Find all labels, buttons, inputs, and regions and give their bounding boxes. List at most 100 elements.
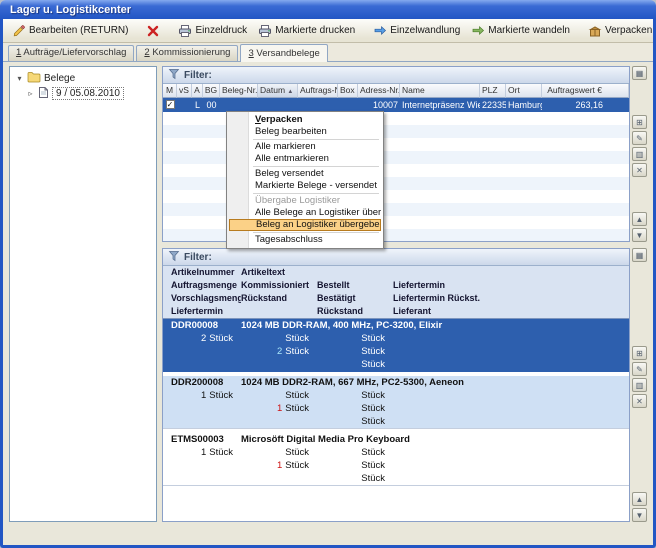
einzelwandlung-button[interactable]: Einzelwandlung <box>368 21 465 41</box>
col-header-ort[interactable]: Ort <box>506 84 542 98</box>
article-row-group[interactable]: DDR00008 1024 MB DDR-RAM, 400 MHz, PC-32… <box>163 319 629 372</box>
menu-item-markierte-belege-versendet[interactable]: Markierte Belege - versendet <box>229 180 381 192</box>
cell-adressnr: 10007 <box>358 98 400 112</box>
row-checkbox-checked[interactable]: ✓ <box>166 100 175 109</box>
menu-item-tagesabschluss[interactable]: Tagesabschluss <box>229 234 381 246</box>
rueckstand2-cell: Stück <box>317 472 393 485</box>
article-text: 1024 MB DDR-RAM, 400 MHz, PC-3200, Elixi… <box>241 319 629 332</box>
positionen-grid: Filter: Artikelnummer Artikeltext Auftra… <box>162 248 630 522</box>
grid-side-toolbar: ▦ ⊞ ✎ ▥ ✕ ▲ ▼ <box>632 66 647 242</box>
empty-grid-area <box>163 490 629 521</box>
convert-arrow-icon <box>471 24 485 38</box>
grid-tool-button[interactable]: ✎ <box>632 362 647 376</box>
col-header-vs[interactable]: vS <box>177 84 192 98</box>
menu-item-beleg-versendet[interactable]: Beleg versendet <box>229 168 381 180</box>
rueckstand-cell: 1Stück <box>241 459 317 472</box>
menu-item-verpacken[interactable]: Verpacken <box>229 114 381 126</box>
grid-tool-button[interactable]: ▥ <box>632 147 647 161</box>
article-row-group[interactable]: DDR200008 1024 MB DDR2-RAM, 667 MHz, PC2… <box>163 376 629 429</box>
einzeldruck-button[interactable]: Einzeldruck <box>173 21 252 41</box>
menu-separator <box>253 232 379 233</box>
tab-kommissionierung[interactable]: 2 Kommissionierung <box>136 45 238 61</box>
col-header-plz[interactable]: PLZ <box>480 84 506 98</box>
window-title: Lager u. Logistikcenter <box>10 4 131 16</box>
bestaetigt-cell: Stück <box>317 459 393 472</box>
filter-bar[interactable]: Filter: <box>163 249 629 266</box>
col-header-belegnr[interactable]: Beleg-Nr. <box>220 84 258 98</box>
grid-tool-button[interactable]: ✕ <box>632 394 647 408</box>
menu-item-beleg-bearbeiten[interactable]: Beleg bearbeiten <box>229 126 381 138</box>
tab-strip: 1 Aufträge/Liefervorschlag 2 Kommissioni… <box>3 43 653 62</box>
verpacken-button[interactable]: Verpacken <box>583 21 653 41</box>
tree-node-label: Belege <box>44 73 75 84</box>
bearbeiten-button[interactable]: Bearbeiten (RETURN) <box>7 21 133 41</box>
col-header-auftragswert[interactable]: Auftragswert € <box>542 84 629 98</box>
filter-bar[interactable]: Filter: <box>163 67 629 84</box>
bestellt-cell: Stück <box>317 332 393 345</box>
menu-item-alle-markieren[interactable]: Alle markieren <box>229 141 381 153</box>
article-row-group[interactable]: ETMS00003 Microsöft Digital Media Pro Ke… <box>163 433 629 486</box>
article-number: DDR200008 <box>163 376 241 389</box>
col-header-auftragsnr[interactable]: Auftrags-Nr. <box>298 84 338 98</box>
tab-auftraege-liefervorschlag[interactable]: 1 Aufträge/Liefervorschlag <box>8 45 134 61</box>
header-auftragsmenge: Auftragsmenge <box>163 279 241 292</box>
col-header-box[interactable]: Box <box>338 84 358 98</box>
filter-funnel-icon <box>168 68 180 83</box>
delete-x-icon <box>146 24 160 38</box>
tree-node-beleg-9[interactable]: ▹ 9 / 05.08.2010 <box>12 86 154 101</box>
header-liefertermin: Liefertermin <box>393 279 629 292</box>
scroll-down-button[interactable]: ▼ <box>632 508 647 522</box>
title-bar[interactable]: Lager u. Logistikcenter <box>3 0 653 19</box>
rueckstand2-cell: Stück <box>317 415 393 428</box>
grid-tool-button[interactable]: ▥ <box>632 378 647 392</box>
grid-tool-button[interactable]: ⊞ <box>632 115 647 129</box>
menu-item-alle-entmarkieren[interactable]: Alle entmarkieren <box>229 153 381 165</box>
sort-asc-icon: ▲ <box>287 89 293 95</box>
markierte-drucken-label: Markierte drucken <box>275 25 355 36</box>
article-number: ETMS00003 <box>163 433 241 446</box>
menu-separator <box>253 139 379 140</box>
app-window: Lager u. Logistikcenter Bearbeiten (RETU… <box>0 0 656 548</box>
tab-versandbelege[interactable]: 3 Versandbelege <box>240 44 327 62</box>
filter-funnel-icon <box>168 250 180 265</box>
header-kommissioniert: Kommissioniert <box>241 279 317 292</box>
tree-expander-closed-icon[interactable]: ▹ <box>26 89 35 98</box>
col-header-datum[interactable]: Datum ▲ <box>258 84 298 98</box>
col-header-adressnr[interactable]: Adress-Nr. <box>358 84 400 98</box>
header-bestaetigt: Bestätigt <box>317 292 393 305</box>
kommissioniert-cell: Stück <box>241 332 317 345</box>
menu-item-alle-belege-an-logistiker[interactable]: Alle Belege an Logistiker übergeben <box>229 207 381 219</box>
grid-tool-button[interactable]: ▦ <box>632 248 647 262</box>
grid-tool-button[interactable]: ✕ <box>632 163 647 177</box>
delete-button[interactable] <box>141 21 165 41</box>
scroll-up-button[interactable]: ▲ <box>632 492 647 506</box>
beleg-row-selected[interactable]: ✓ L 00 10007 Internetpräsenz Wieland KG … <box>163 98 629 112</box>
col-header-name[interactable]: Name <box>400 84 480 98</box>
tree-node-belege[interactable]: ▾ Belege <box>12 71 154 86</box>
convert-arrow-icon <box>373 24 387 38</box>
grid-tool-button[interactable]: ✎ <box>632 131 647 145</box>
scroll-up-button[interactable]: ▲ <box>632 212 647 226</box>
bestellt-cell: Stück <box>317 446 393 459</box>
col-header-a[interactable]: A <box>192 84 203 98</box>
menu-separator <box>253 166 379 167</box>
cell-auftragswert: 263,16 <box>542 98 629 112</box>
markierte-drucken-button[interactable]: Markierte drucken <box>253 21 360 41</box>
markierte-wandeln-label: Markierte wandeln <box>488 25 570 36</box>
grid-tool-button[interactable]: ▦ <box>632 66 647 80</box>
window-client-area: Bearbeiten (RETURN) Einzeldruck Markiert… <box>3 19 653 545</box>
col-header-bg[interactable]: BG <box>203 84 220 98</box>
tree-expander-open-icon[interactable]: ▾ <box>15 74 24 83</box>
rueckstand2-cell: Stück <box>317 358 393 371</box>
rueckstand-cell: 1Stück <box>241 402 317 415</box>
package-box-icon <box>588 24 602 38</box>
scroll-down-button[interactable]: ▼ <box>632 228 647 242</box>
markierte-wandeln-button[interactable]: Markierte wandeln <box>466 21 575 41</box>
rueckstand-cell: 2Stück <box>241 345 317 358</box>
grid-tool-button[interactable]: ⊞ <box>632 346 647 360</box>
filter-label: Filter: <box>184 70 212 81</box>
menu-item-beleg-an-logistiker[interactable]: Beleg an Logistiker übergeben <box>229 219 381 231</box>
col-header-m[interactable]: M <box>163 84 177 98</box>
einzeldruck-label: Einzeldruck <box>195 25 247 36</box>
folder-icon <box>27 71 41 86</box>
